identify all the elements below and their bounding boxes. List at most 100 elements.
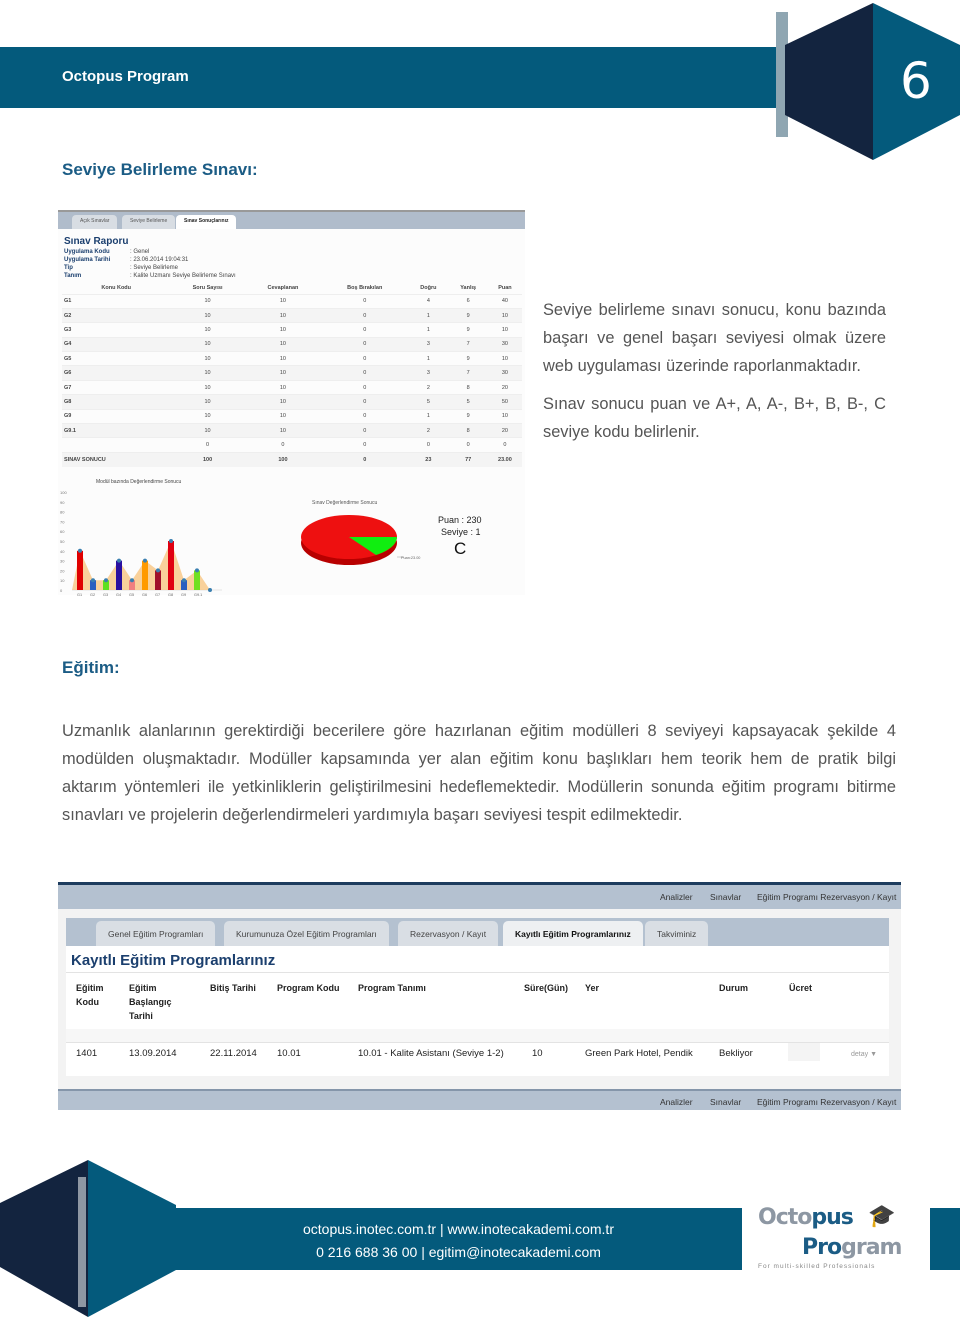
paragraph: Sınav sonucu puan ve A+, A, A-, B+, B, B… — [543, 395, 886, 441]
y-tick-label: 30 — [60, 559, 65, 564]
table-cell: G3 — [62, 322, 171, 338]
top-nav: Analizler Sınavlar Eğitim Programı Rezer… — [58, 885, 901, 909]
tab-acik-sinavlar[interactable]: Açık Sınavlar — [72, 215, 118, 229]
tab-genel[interactable]: Genel Eğitim Programları — [96, 921, 216, 946]
table-cell: 9 — [448, 307, 488, 323]
table-cell: 10 — [244, 408, 322, 424]
phone: 0 216 688 36 00 — [316, 1244, 418, 1260]
table-cell: 0 — [321, 351, 409, 366]
table-cell: 30 — [487, 365, 522, 381]
table-cell: 10 — [487, 322, 522, 338]
table-cell: G5 — [62, 351, 171, 366]
table-cell: G4 — [62, 336, 171, 352]
table-cell: 10 — [170, 408, 245, 424]
col-program-kodu: Program Kodu — [277, 983, 340, 993]
cell-program-kodu: 10.01 — [277, 1048, 301, 1059]
table-cell: 2 — [408, 379, 449, 395]
nav-rezervasyon[interactable]: Eğitim Programı Rezervasyon / Kayıt — [757, 1097, 896, 1107]
data-point — [104, 578, 108, 583]
cell-sure: 10 — [532, 1048, 543, 1059]
detail-link[interactable]: detay ▼ — [851, 1051, 877, 1058]
footer-hexagon — [0, 1160, 176, 1317]
tab-takviminiz[interactable]: Takviminiz — [645, 921, 709, 946]
table-cell: 77 — [448, 451, 488, 467]
table-cell: 1 — [408, 307, 449, 323]
data-point — [208, 588, 212, 592]
table-cell: G9.1 — [62, 423, 171, 438]
bar-G9.1 — [194, 570, 200, 590]
table-cell: 1 — [408, 408, 449, 424]
table-cell: 0 — [321, 293, 409, 309]
email-link[interactable]: egitim@inotecakademi.com — [429, 1244, 601, 1260]
table-cell: 0 — [321, 451, 409, 467]
graduation-cap-icon: 🎓 — [868, 1203, 896, 1228]
bar-G6 — [142, 560, 148, 590]
table-cell: 50 — [487, 394, 522, 410]
table-cell: 0 — [321, 322, 409, 338]
nav-analizler[interactable]: Analizler — [660, 1097, 693, 1107]
y-tick-label: 40 — [60, 549, 65, 554]
data-point — [117, 558, 121, 563]
table-cell: 10 — [244, 423, 322, 438]
table-row: SINAV SONUCU 100 100 0 23 77 23.00 — [62, 451, 522, 467]
table-cell: G8 — [62, 394, 171, 410]
table-cell: 100 — [244, 451, 322, 467]
col-baslangic: Eğitim Başlangıç Tarihi — [129, 983, 172, 1021]
y-tick-label: 70 — [60, 519, 65, 524]
academy-link[interactable]: www.inotecakademi.com.tr — [447, 1221, 614, 1237]
section-heading-egitim: Eğitim: — [62, 658, 120, 677]
chevron-down-icon: ▼ — [870, 1051, 878, 1058]
table-cell: 40 — [487, 293, 522, 309]
table-cell: 10 — [244, 394, 322, 410]
tab-rezervasyon[interactable]: Rezervasyon / Kayıt — [398, 921, 499, 946]
col-header: Cevaplanan — [267, 285, 299, 292]
table-cell: 10 — [170, 423, 245, 438]
x-tick-label: G9 — [181, 593, 186, 597]
table-cell: SINAV SONUCU — [62, 451, 171, 467]
data-point — [169, 539, 173, 543]
table-cell: G6 — [62, 365, 171, 381]
col-header: Doğru — [420, 285, 437, 292]
cell-durum: Bekliyor — [719, 1048, 753, 1059]
nav-analizler[interactable]: Analizler — [660, 892, 693, 902]
table-cell: 0 — [408, 437, 449, 453]
table-cell: 10 — [244, 336, 322, 352]
cell-ucret — [788, 1043, 820, 1061]
score-puan: Puan : 230 — [438, 515, 482, 525]
egitim-paragraph: Uzmanlık alanlarının gerektirdiği beceri… — [62, 722, 896, 824]
col-program-tanimi: Program Tanımı — [358, 983, 426, 993]
section-heading-seviye: Seviye Belirleme Sınavı: — [62, 160, 258, 179]
table-cell: 4 — [408, 293, 449, 309]
y-tick-label: 10 — [60, 578, 65, 583]
table-row: G1 10 10 0 4 6 40 — [62, 293, 522, 309]
y-tick-label: 80 — [60, 510, 65, 515]
nav-sinavlar[interactable]: Sınavlar — [710, 1097, 741, 1107]
table-cell: 0 — [321, 307, 409, 323]
tab-kurumunuza-ozel[interactable]: Kurumunuza Özel Eğitim Programları — [224, 921, 389, 946]
x-tick-label: G4 — [116, 593, 121, 597]
exam-report-screenshot: Açık Sınavlar Seviye Belirleme Sınav Son… — [58, 210, 525, 597]
tab-sinav-sonuclariniz[interactable]: Sınav Sonuçlarınız — [176, 215, 237, 229]
table-cell: G9 — [62, 408, 171, 424]
table-row: G9.1 10 10 0 2 8 20 — [62, 423, 522, 438]
y-tick-label: 60 — [60, 529, 65, 534]
programs-title: Kayıtlı Eğitim Programlarınız — [71, 952, 276, 969]
y-tick-label: 50 — [60, 539, 65, 544]
col-header: Boş Bırakılan — [347, 285, 383, 292]
table-cell: 30 — [487, 336, 522, 352]
table-cell: 1 — [408, 322, 449, 338]
tab-seviye-belirleme[interactable]: Seviye Belirleme — [122, 215, 176, 229]
table-cell: 9 — [448, 322, 488, 338]
nav-rezervasyon[interactable]: Eğitim Programı Rezervasyon / Kayıt — [757, 892, 896, 902]
nav-sinavlar[interactable]: Sınavlar — [710, 892, 741, 902]
x-tick-label: G5 — [129, 593, 134, 597]
tab-kayitli[interactable]: Kayıtlı Eğitim Programlarınız — [503, 921, 643, 946]
seviye-description: Seviye belirleme sınavı sonucu, konu baz… — [543, 296, 886, 446]
website-link[interactable]: octopus.inotec.com.tr — [303, 1221, 436, 1237]
x-tick-label: G2 — [90, 593, 95, 597]
table-cell: 10 — [170, 307, 245, 323]
table-row: G3 10 10 0 1 9 10 — [62, 322, 522, 338]
col-ucret: Ücret — [789, 983, 813, 993]
data-point — [91, 578, 95, 583]
data-point — [78, 548, 82, 553]
